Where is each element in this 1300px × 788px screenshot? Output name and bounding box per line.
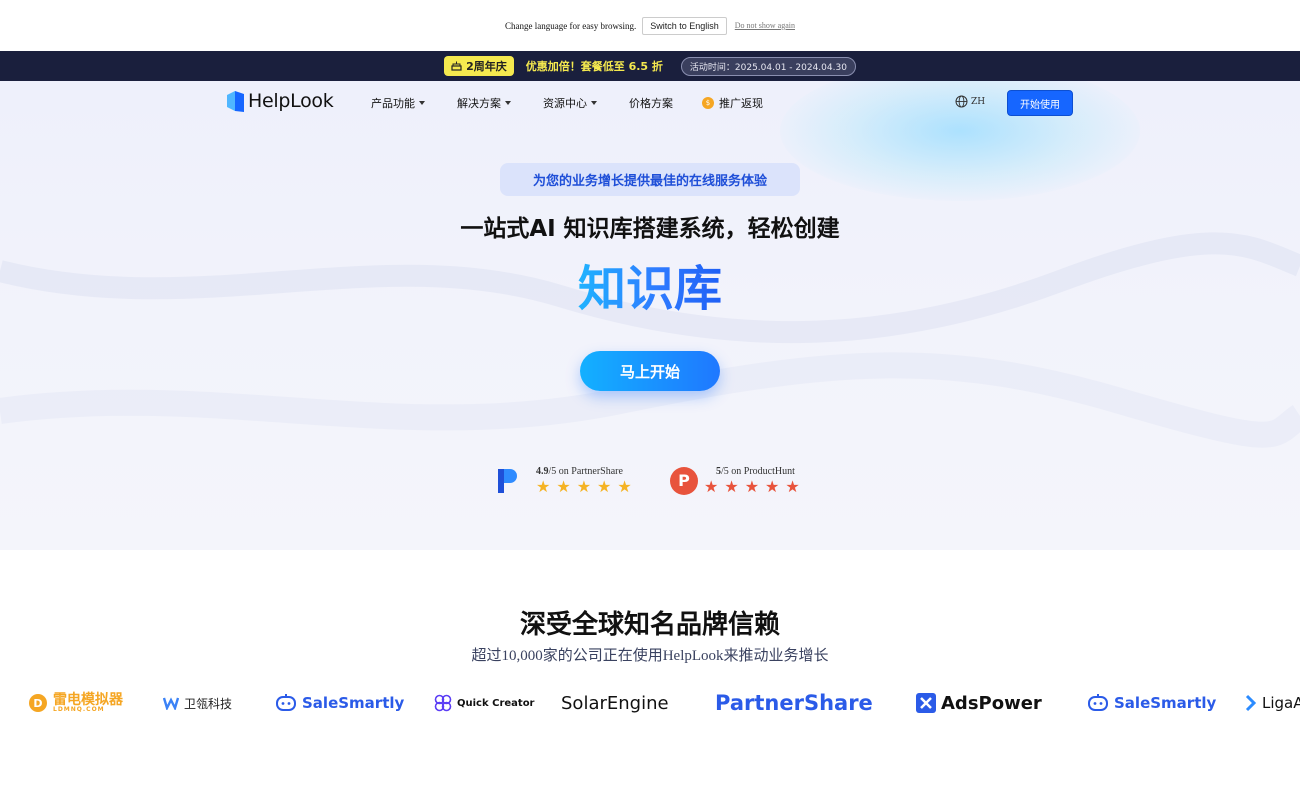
dismiss-language-link[interactable]: Do not show again [735, 21, 795, 30]
star-icon: ★ [556, 477, 571, 496]
hero-tagline: 为您的业务增长提供最佳的在线服务体验 [500, 163, 800, 196]
brand-salesmartly-2: SaleSmartly [1087, 688, 1216, 718]
rating-stars: ★ ★ ★ ★ ★ [704, 479, 800, 495]
promo-banner[interactable]: 2周年庆 优惠加倍！套餐低至 6.5 折 活动时间：2025.04.01 - 2… [0, 51, 1300, 81]
anniversary-label: 2周年庆 [466, 60, 507, 73]
brand-logos: D 雷电模拟器 LDMNQ.COM 卫瓴科技 SaleSmartly Quick… [0, 688, 1300, 718]
weiling-logo-icon [163, 697, 179, 710]
language-selector[interactable]: ZH [955, 95, 985, 108]
brand-partnershare: PartnerShare [715, 688, 873, 718]
rating-text: 5/5 on ProductHunt [716, 466, 795, 477]
brand-domain: LDMNQ.COM [53, 706, 105, 713]
globe-icon [955, 95, 968, 108]
star-icon: ★ [744, 477, 760, 496]
rating-stars: ★ ★ ★ ★ ★ [536, 479, 632, 495]
hero-section: HelpLook 产品功能 解决方案 资源中心 价格方案 $ 推广返现 ZH 开始… [0, 81, 1300, 550]
star-icon: ★ [765, 477, 780, 496]
hero-headline: 一站式AI 知识库搭建系统，轻松创建 [460, 216, 840, 242]
adspower-logo-icon [916, 693, 936, 713]
language-bar: Change language for easy browsing. Switc… [0, 0, 1300, 51]
hero-highlight: 知识库 [0, 249, 1300, 319]
ldmnq-logo-icon: D [29, 694, 47, 712]
coin-icon: $ [702, 97, 714, 109]
top-nav: HelpLook 产品功能 解决方案 资源中心 价格方案 $ 推广返现 ZH 开始… [0, 81, 1300, 125]
star-icon: ★ [576, 477, 592, 496]
brand-name: Quick Creator [457, 697, 535, 709]
nav-item-resources[interactable]: 资源中心 [543, 95, 597, 111]
brand-salesmartly-1: SaleSmartly [275, 688, 404, 718]
chevron-down-icon [591, 101, 597, 105]
anniversary-badge: 2周年庆 [444, 56, 514, 76]
logo-text: HelpLook [248, 90, 334, 112]
trust-title: 深受全球知名品牌信赖 [519, 610, 780, 640]
nav-item-label: 产品功能 [371, 97, 415, 110]
brand-ldmnq: D 雷电模拟器 LDMNQ.COM [28, 688, 123, 718]
nav-item-referral[interactable]: $ 推广返现 [702, 95, 763, 111]
get-started-button[interactable]: 开始使用 [1007, 90, 1073, 116]
nav-item-label: 解决方案 [457, 97, 501, 110]
brand-adspower: AdsPower [916, 688, 1042, 718]
brand-name: SolarEngine [561, 692, 669, 714]
rating-producthunt: P 5/5 on ProductHunt ★ ★ ★ ★ ★ [670, 466, 800, 495]
trust-subtitle: 超过10,000家的公司正在使用HelpLook来推动业务增长 [471, 648, 829, 664]
nav-item-products[interactable]: 产品功能 [371, 95, 425, 111]
rating-text: 4.9/5 on PartnerShare [536, 466, 623, 477]
salesmartly-logo-icon [1088, 694, 1108, 711]
svg-text:D: D [33, 697, 42, 710]
nav-item-pricing[interactable]: 价格方案 [629, 95, 673, 111]
brand-name: 雷电模拟器 [53, 692, 123, 708]
star-icon: ★ [536, 477, 551, 496]
rating-partnershare: 4.9/5 on PartnerShare ★ ★ ★ ★ ★ [498, 466, 632, 495]
salesmartly-logo-icon [276, 694, 296, 711]
brand-name: AdsPower [941, 692, 1042, 714]
brand-weiling: 卫瓴科技 [163, 688, 232, 718]
star-icon: ★ [724, 477, 739, 496]
promo-period: 活动时间：2025.04.01 - 2024.04.30 [680, 56, 856, 76]
start-now-button[interactable]: 马上开始 [580, 351, 720, 391]
partnershare-logo-icon [498, 468, 517, 493]
star-icon: ★ [617, 477, 632, 496]
helplook-logo[interactable]: HelpLook [227, 90, 334, 112]
brand-quickcreator: Quick Creator [434, 688, 535, 718]
language-code: ZH [971, 96, 986, 107]
brand-name: PartnerShare [715, 691, 873, 715]
liga-logo-icon [1245, 694, 1257, 712]
quickcreator-logo-icon [434, 694, 452, 712]
switch-language-button[interactable]: Switch to English [642, 16, 727, 35]
promo-offer: 优惠加倍！套餐低至 6.5 折 [525, 60, 663, 73]
nav-item-solutions[interactable]: 解决方案 [457, 95, 511, 111]
chevron-down-icon [505, 101, 511, 105]
brand-name: SaleSmartly [1114, 694, 1217, 712]
hero-highlight-text: 知识库 [577, 261, 722, 317]
star-icon: ★ [597, 477, 612, 496]
brand-liga: LigaA [1245, 688, 1300, 718]
star-icon: ★ [785, 477, 800, 496]
producthunt-logo-icon: P [670, 466, 698, 495]
star-icon: ★ [704, 477, 719, 496]
nav-item-label: 价格方案 [629, 97, 673, 110]
helplook-logo-icon [227, 91, 244, 112]
brand-name: 卫瓴科技 [184, 696, 233, 711]
language-prompt: Change language for easy browsing. [505, 20, 637, 31]
brand-solarengine: SolarEngine [561, 688, 669, 718]
brand-name: LigaA [1262, 694, 1300, 712]
cake-icon [451, 61, 462, 71]
nav-item-label: 推广返现 [719, 97, 763, 110]
chevron-down-icon [419, 101, 425, 105]
brand-name: SaleSmartly [302, 694, 405, 712]
nav-item-label: 资源中心 [543, 97, 587, 110]
